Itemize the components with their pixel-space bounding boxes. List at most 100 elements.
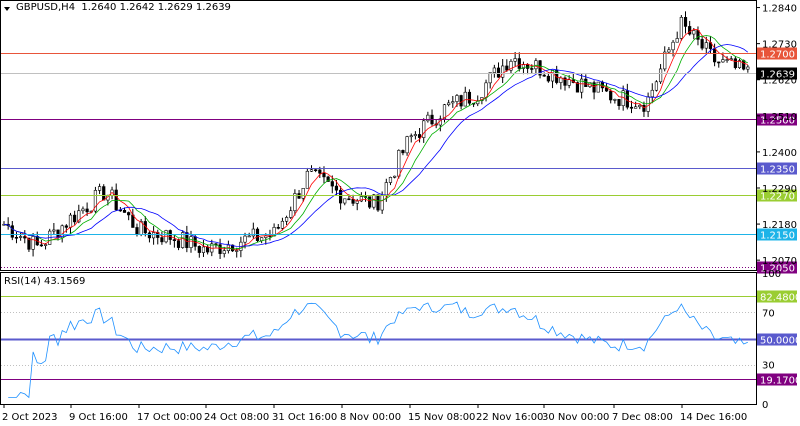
time-tick-label: 24 Oct 08:00 (204, 412, 269, 423)
candle-body (189, 236, 193, 248)
candle-body (654, 81, 659, 91)
level-price-label: 1.2150 (760, 231, 795, 242)
candle-body (380, 194, 384, 211)
candle-body (222, 250, 226, 254)
candle-body (376, 194, 380, 211)
candle-body (634, 106, 638, 109)
candle-body (314, 169, 318, 171)
candle-body (679, 17, 683, 39)
candle-body (409, 135, 413, 138)
candle-body (19, 236, 23, 238)
price-tick-label: 1.2730 (762, 40, 797, 51)
candle-body (114, 189, 118, 211)
candle-body (725, 59, 729, 61)
candle-body (642, 104, 646, 112)
candle-body (397, 150, 401, 177)
candle-body (488, 72, 492, 84)
candle-body (683, 17, 688, 27)
candle-body (64, 225, 68, 228)
candle-body (501, 65, 505, 78)
candle-body (559, 77, 563, 83)
rsi-level-label: 19.1700 (760, 376, 800, 387)
price-tick-label: 1.2400 (762, 148, 797, 159)
candle-body (742, 60, 746, 70)
rsi-tick-label: 70 (762, 308, 775, 319)
candle-body (131, 214, 135, 228)
rsi-level-label: 82.4800 (760, 293, 800, 304)
candle-body (318, 169, 322, 174)
candle-body (193, 236, 197, 247)
price-tick-label: 1.2840 (762, 4, 797, 15)
time-tick-label: 15 Nov 08:00 (408, 412, 475, 423)
candle-body (467, 91, 472, 104)
candle-body (201, 246, 206, 253)
rsi-tick-label: 30 (762, 361, 775, 372)
candle-body (671, 41, 675, 51)
candle-body (492, 67, 496, 73)
candle-body (309, 169, 314, 172)
candle-body (172, 239, 176, 241)
candle-body (546, 75, 550, 82)
candle-body (667, 49, 671, 53)
price-tick-label: 1.2620 (762, 76, 797, 87)
chart-canvas[interactable]: 1.27001.25001.23501.22701.21501.20501.26… (0, 0, 800, 426)
price-pane[interactable] (0, 0, 757, 271)
candle-body (463, 91, 467, 107)
candle-body (176, 240, 181, 248)
candle-body (613, 99, 617, 101)
candle-body (322, 172, 326, 178)
level-price-label: 1.2700 (760, 50, 795, 61)
candle-body (330, 181, 334, 187)
candle-body (52, 229, 56, 232)
candle-body (712, 48, 717, 63)
candle-body (584, 78, 588, 87)
time-tick-label: 22 Nov 16:00 (476, 412, 543, 423)
level-price-label: 1.2350 (760, 165, 795, 176)
candle-body (14, 236, 19, 239)
candle-body (206, 246, 210, 253)
candle-body (721, 59, 725, 63)
rsi-tick-label: 0 (762, 400, 768, 411)
candle-body (351, 199, 355, 204)
candle-body (31, 236, 35, 250)
price-tick-label: 1.2510 (762, 112, 797, 123)
candle-body (530, 68, 534, 70)
candle-body (505, 65, 509, 71)
candle-body (629, 106, 634, 109)
candle-body (496, 67, 501, 78)
candle-body (675, 38, 679, 43)
rsi-tick-label: 100 (762, 269, 781, 280)
candle-body (343, 198, 347, 204)
candle-body (81, 208, 85, 212)
candle-body (692, 30, 696, 35)
candle-body (334, 185, 339, 191)
candle-body (388, 177, 393, 183)
symbol-header: GBPUSD,H4 1.2640 1.2642 1.2629 1.2639 (16, 2, 231, 13)
candle-body (122, 209, 127, 213)
candle-body (289, 210, 293, 218)
candle-body (85, 208, 89, 213)
candle-body (525, 64, 530, 69)
candle-body (567, 79, 571, 86)
time-tick-label: 2 Oct 2023 (2, 412, 57, 423)
candle-body (413, 134, 418, 137)
candle-body (218, 244, 222, 254)
candle-body (127, 212, 131, 216)
candle-body (305, 170, 309, 189)
candle-body (10, 225, 14, 238)
candle-body (147, 232, 152, 239)
candle-body (280, 220, 285, 229)
time-tick-label: 7 Dec 08:00 (612, 412, 673, 423)
candle-body (625, 90, 629, 108)
candle-body (102, 186, 106, 201)
candle-body (696, 30, 700, 40)
candle-body (704, 42, 708, 49)
candle-body (301, 187, 305, 199)
rsi-title: RSI(14) 43.1569 (4, 276, 86, 287)
candle-body (235, 250, 239, 252)
candle-body (646, 96, 650, 112)
candle-body (700, 39, 704, 49)
candle-body (596, 81, 600, 93)
candle-body (717, 61, 721, 64)
candle-body (284, 217, 289, 222)
